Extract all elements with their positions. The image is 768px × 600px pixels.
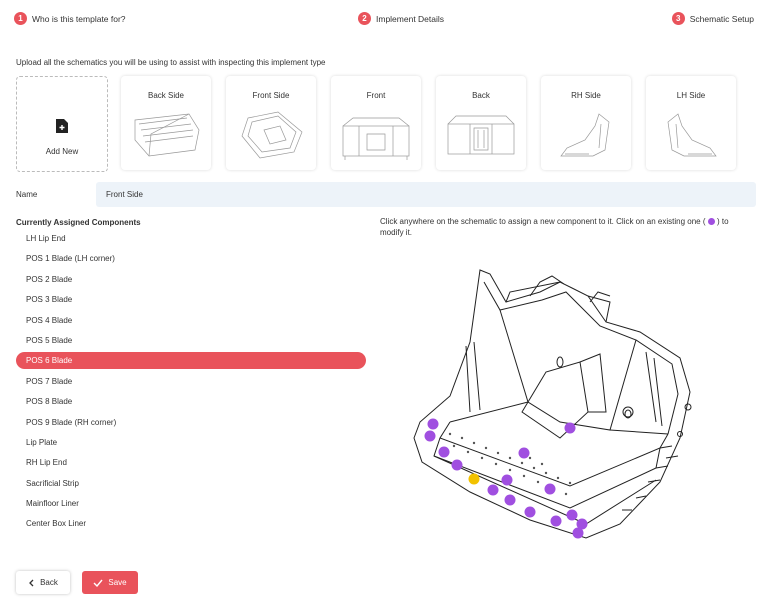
component-item[interactable]: Mainfloor Liner	[16, 495, 366, 512]
component-marker[interactable]	[487, 484, 499, 496]
step-schematic-setup[interactable]: 3 Schematic Setup	[671, 12, 754, 25]
step-number: 1	[14, 12, 27, 25]
component-item[interactable]: Sacrificial Strip	[16, 475, 366, 492]
stepper: 1 Who is this template for? 2 Implement …	[14, 12, 754, 32]
schematic-card-front-side[interactable]: Front Side	[226, 76, 316, 170]
upload-instructions: Upload all the schematics you will be us…	[16, 58, 326, 67]
component-marker[interactable]	[518, 447, 530, 459]
component-marker[interactable]	[427, 418, 439, 430]
components-title: Currently Assigned Components	[16, 218, 141, 227]
component-marker-selected[interactable]	[468, 473, 480, 485]
add-new-label: Add New	[45, 147, 79, 156]
step-who[interactable]: 1 Who is this template for?	[14, 12, 126, 25]
schematic-card-label: RH Side	[571, 91, 601, 100]
marker-legend-dot	[707, 218, 715, 226]
component-marker[interactable]	[524, 506, 536, 518]
chevron-left-icon	[29, 579, 34, 586]
component-marker[interactable]	[564, 422, 576, 434]
step-implement-details[interactable]: 2 Implement Details	[358, 12, 444, 25]
save-label: Save	[108, 578, 127, 587]
schematic-card-label: LH Side	[676, 91, 706, 100]
back-label: Back	[40, 578, 58, 587]
bucket-drawing	[413, 269, 692, 539]
schematic-card-lh-side[interactable]: LH Side	[646, 76, 736, 170]
schematic-card-back[interactable]: Back	[436, 76, 526, 170]
add-new-card[interactable]: Add New	[16, 76, 108, 172]
component-marker[interactable]	[504, 494, 516, 506]
component-item[interactable]: RH Lip End	[16, 454, 366, 471]
step-number: 2	[358, 12, 371, 25]
step-label: Implement Details	[376, 13, 445, 24]
schematic-card-label: Back	[472, 91, 490, 100]
save-button[interactable]: Save	[82, 571, 138, 594]
schematic-cards: Add New Back Side Front Side Front Back …	[16, 76, 756, 172]
component-item[interactable]: LH Lip End	[16, 230, 366, 247]
component-marker[interactable]	[544, 483, 556, 495]
component-marker[interactable]	[451, 459, 463, 471]
bucket-schematic[interactable]	[410, 262, 730, 542]
name-input[interactable]: Front Side	[96, 182, 756, 207]
component-marker[interactable]	[424, 430, 436, 442]
hint-text: Click anywhere on the schematic to assig…	[380, 217, 706, 226]
component-marker[interactable]	[501, 474, 513, 486]
component-marker[interactable]	[566, 509, 578, 521]
schematic-card-front[interactable]: Front	[331, 76, 421, 170]
bucket-thumbnail	[447, 115, 515, 155]
component-item[interactable]: POS 3 Blade	[16, 291, 366, 308]
bucket-thumbnail	[342, 117, 410, 160]
name-label: Name	[16, 190, 38, 199]
component-item[interactable]: POS 5 Blade	[16, 332, 366, 349]
component-item[interactable]: POS 4 Blade	[16, 312, 366, 329]
schematic-hint: Click anywhere on the schematic to assig…	[380, 216, 750, 238]
component-item[interactable]: POS 9 Blade (RH corner)	[16, 414, 366, 431]
component-item[interactable]: POS 6 Blade	[16, 352, 366, 370]
step-number: 3	[671, 12, 685, 25]
component-item[interactable]: Center Box Liner	[16, 515, 366, 532]
back-button[interactable]: Back	[16, 571, 70, 594]
component-item[interactable]: POS 2 Blade	[16, 271, 366, 288]
schematic-card-rh-side[interactable]: RH Side	[541, 76, 631, 170]
component-item[interactable]: Lip Plate	[16, 434, 366, 451]
component-marker[interactable]	[550, 515, 562, 527]
step-label: Schematic Setup	[689, 13, 754, 24]
component-item[interactable]: POS 8 Blade	[16, 393, 366, 410]
component-marker[interactable]	[438, 446, 450, 458]
bucket-thumbnail	[241, 111, 303, 159]
check-icon	[93, 579, 103, 587]
schematic-card-label: Front	[366, 91, 386, 100]
bucket-thumbnail	[560, 113, 610, 157]
components-list: LH Lip End POS 1 Blade (LH corner) POS 2 B…	[16, 230, 366, 536]
schematic-card-back-side[interactable]: Back Side	[121, 76, 211, 170]
bucket-thumbnail	[667, 113, 717, 157]
component-item[interactable]: POS 7 Blade	[16, 373, 366, 390]
bucket-thumbnail	[134, 113, 200, 157]
step-label: Who is this template for?	[32, 13, 126, 24]
component-item[interactable]: POS 1 Blade (LH corner)	[16, 250, 366, 267]
component-marker[interactable]	[572, 527, 584, 539]
add-file-icon	[56, 119, 68, 133]
name-row: Name Front Side	[16, 182, 756, 207]
schematic-card-label: Back Side	[147, 91, 185, 100]
schematic-card-label: Front Side	[252, 91, 290, 100]
